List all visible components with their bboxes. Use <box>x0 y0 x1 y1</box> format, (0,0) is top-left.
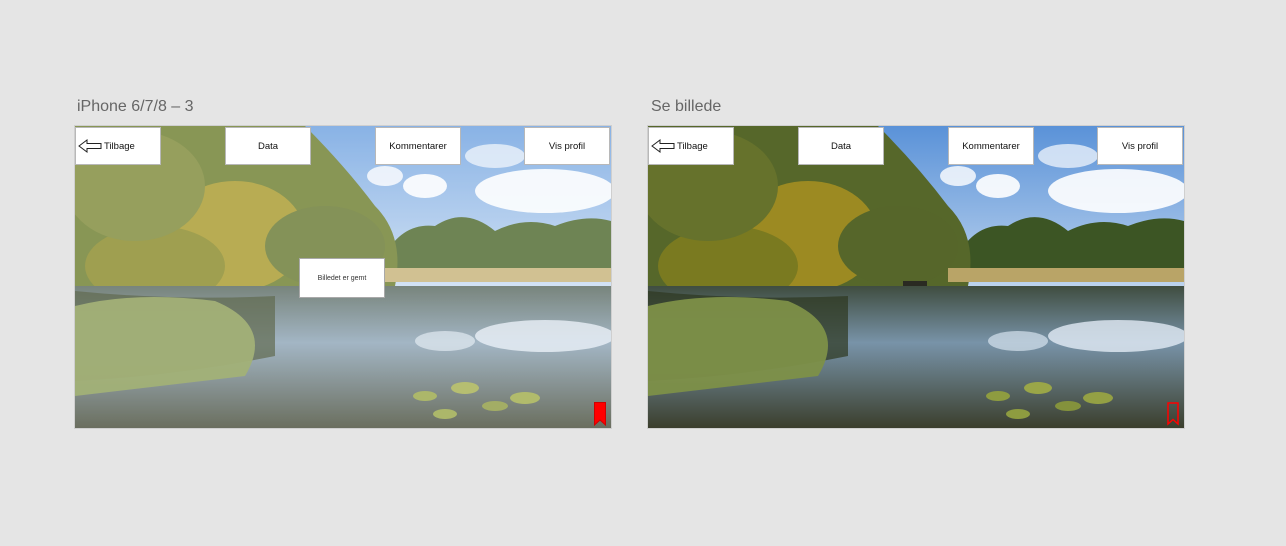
back-button[interactable]: Tilbage <box>75 127 161 165</box>
artboard-saved-photo: Tilbage Data Kommentarer Vis profil Bill… <box>75 126 611 428</box>
view-profile-button[interactable]: Vis profil <box>1097 127 1183 165</box>
bookmark-filled-icon[interactable] <box>594 402 606 426</box>
back-button[interactable]: Tilbage <box>648 127 734 165</box>
comments-button[interactable]: Kommentarer <box>948 127 1034 165</box>
back-arrow-icon <box>651 139 675 153</box>
lake-photo <box>648 126 1184 428</box>
comments-label: Kommentarer <box>962 140 1020 152</box>
view-profile-label: Vis profil <box>548 140 586 152</box>
comments-button[interactable]: Kommentarer <box>375 127 461 165</box>
comments-label: Kommentarer <box>389 140 447 152</box>
back-arrow-icon <box>78 139 102 153</box>
back-label: Tilbage <box>677 140 708 152</box>
data-label: Data <box>830 140 852 152</box>
saved-toast: Billedet er gemt <box>299 258 385 298</box>
bookmark-outline-icon[interactable] <box>1167 402 1179 426</box>
back-label: Tilbage <box>104 140 135 152</box>
data-button[interactable]: Data <box>798 127 884 165</box>
saved-toast-text: Billedet er gemt <box>317 274 367 282</box>
artboard-view-photo: Tilbage Data Kommentarer Vis profil <box>648 126 1184 428</box>
view-profile-label: Vis profil <box>1121 140 1159 152</box>
data-button[interactable]: Data <box>225 127 311 165</box>
artboard-title: Se billede <box>651 98 722 115</box>
artboard-title: iPhone 6/7/8 – 3 <box>77 98 194 115</box>
view-profile-button[interactable]: Vis profil <box>524 127 610 165</box>
data-label: Data <box>257 140 279 152</box>
